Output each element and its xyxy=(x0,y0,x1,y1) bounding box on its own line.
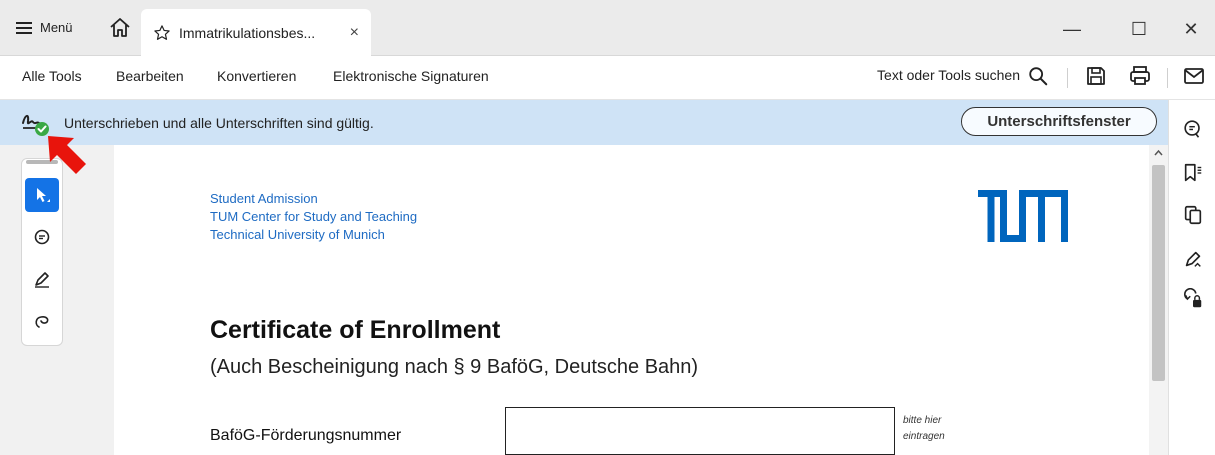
comment-tool-button[interactable] xyxy=(25,220,59,254)
pen-icon xyxy=(35,272,49,288)
home-icon[interactable] xyxy=(108,16,132,40)
menu-button[interactable]: Menü xyxy=(16,20,73,35)
mail-icon[interactable] xyxy=(1182,64,1206,88)
address-line: Student Admission xyxy=(210,191,318,206)
document-title: Certificate of Enrollment xyxy=(210,316,501,344)
address-line: Technical University of Munich xyxy=(210,227,385,242)
fill-sign-icon[interactable] xyxy=(1182,248,1204,270)
red-annotation-arrow xyxy=(48,136,86,174)
pages-icon[interactable] xyxy=(1182,204,1204,226)
bafoeg-number-field[interactable] xyxy=(505,407,895,455)
minimize-button[interactable]: — xyxy=(1057,14,1087,44)
tab-title: Immatrikulationsbes... xyxy=(179,24,316,41)
bafoeg-number-label: BaföG-Förderungsnummer xyxy=(210,427,402,444)
maximize-button[interactable]: ☐ xyxy=(1124,14,1154,44)
signature-status-banner: Unterschrieben und alle Unterschriften s… xyxy=(0,100,1168,145)
scrollbar-thumb[interactable] xyxy=(1152,165,1165,381)
bookmark-icon[interactable] xyxy=(1182,162,1204,184)
scroll-up-arrow-icon[interactable] xyxy=(1152,148,1165,158)
toolbar-divider xyxy=(1167,68,1168,88)
right-tools-panel xyxy=(1168,100,1215,455)
tab-close-button[interactable]: × xyxy=(350,24,359,42)
field-hint: eintragen xyxy=(903,431,945,442)
save-icon[interactable] xyxy=(1084,64,1108,88)
hamburger-icon xyxy=(16,21,32,34)
menu-label: Menü xyxy=(40,20,73,35)
field-hint: bitte hier xyxy=(903,415,942,426)
document-tab[interactable]: Immatrikulationsbes... × xyxy=(141,9,371,56)
lasso-tool-button[interactable] xyxy=(25,305,59,339)
signature-panel-button[interactable]: Unterschriftsfenster xyxy=(961,107,1157,136)
menu-item-all-tools[interactable]: Alle Tools xyxy=(22,68,82,84)
title-bar: Menü Immatrikulationsbes... × — ☐ ✕ xyxy=(0,0,1215,56)
select-tool-button[interactable] xyxy=(25,178,59,212)
comment-panel-icon[interactable] xyxy=(1182,118,1204,140)
close-window-button[interactable]: ✕ xyxy=(1176,14,1206,44)
star-icon[interactable] xyxy=(153,24,171,42)
lasso-icon xyxy=(35,316,49,328)
address-line: TUM Center for Study and Teaching xyxy=(210,209,418,224)
draw-tool-button[interactable] xyxy=(25,262,59,296)
tum-logo xyxy=(978,190,1068,242)
document-subtitle: (Auch Bescheinigung nach § 9 BaföG, Deut… xyxy=(210,356,699,378)
menu-item-convert[interactable]: Konvertieren xyxy=(217,68,296,84)
menu-bar: Alle Tools Bearbeiten Konvertieren Elekt… xyxy=(0,56,1215,100)
print-icon[interactable] xyxy=(1128,64,1152,88)
menu-item-edit[interactable]: Bearbeiten xyxy=(116,68,184,84)
signature-status-text: Unterschrieben und alle Unterschriften s… xyxy=(64,115,374,131)
toolbar-divider xyxy=(1067,68,1068,88)
search-icon[interactable] xyxy=(1027,65,1049,87)
search-tools-label[interactable]: Text oder Tools suchen xyxy=(877,67,1020,83)
comment-icon xyxy=(34,229,50,245)
menu-item-e-signatures[interactable]: Elektronische Signaturen xyxy=(333,68,489,84)
cursor-arrow-icon xyxy=(37,188,50,202)
protect-icon[interactable] xyxy=(1182,288,1204,310)
